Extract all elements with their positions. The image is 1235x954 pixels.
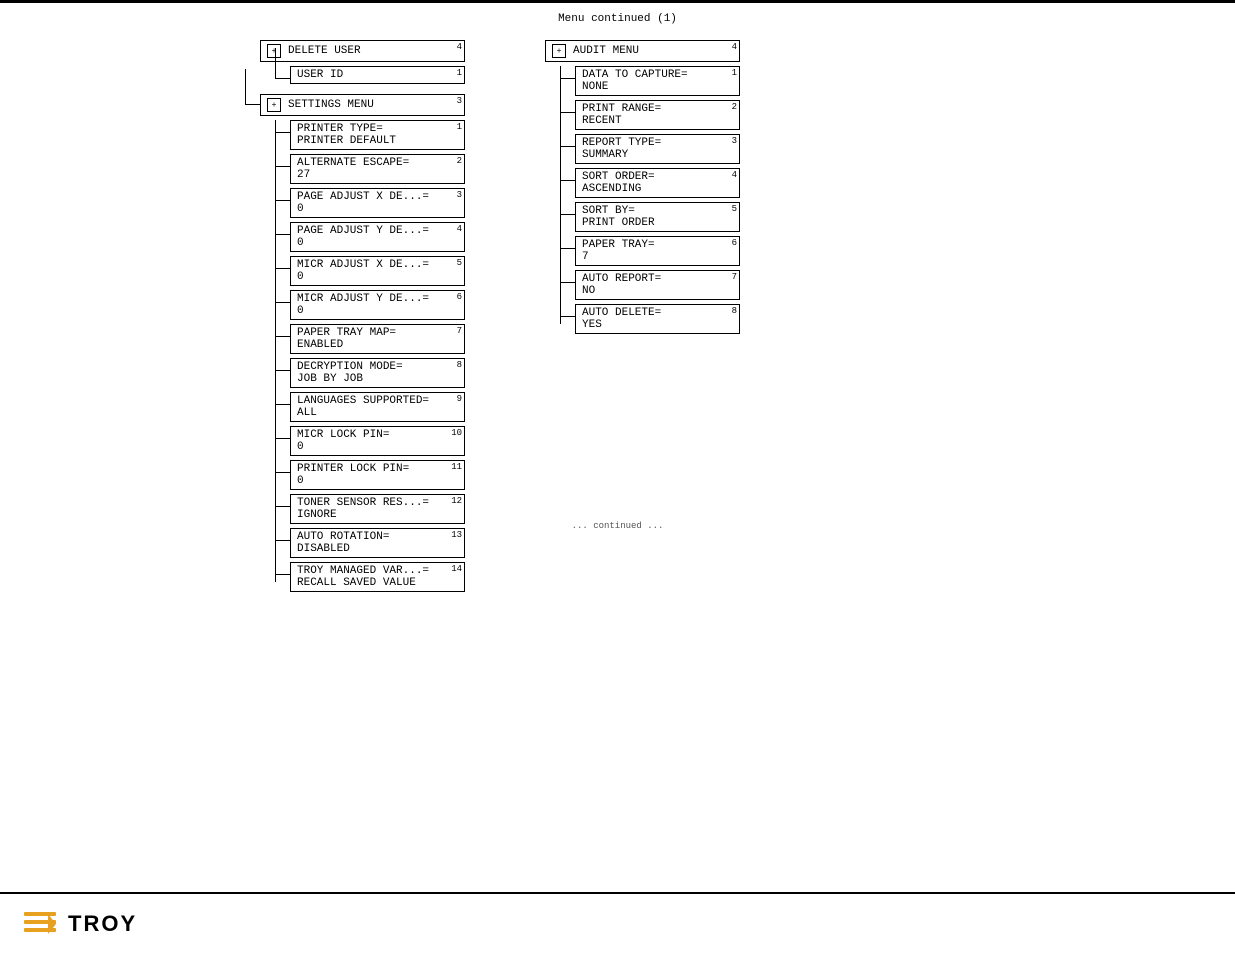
page-title: Menu continued (1) <box>0 13 1235 25</box>
footer: TROY <box>0 894 1235 954</box>
user-id-label: USER ID <box>297 69 343 81</box>
settings-item-11: PRINTER LOCK PIN=110 <box>290 460 465 490</box>
settings-item-12: TONER SENSOR RES...=12IGNORE <box>290 494 465 524</box>
audit-item-3: REPORT TYPE=SUMMARY 3 <box>575 134 740 164</box>
delete-user-box: + DELETE USER 4 <box>260 40 465 62</box>
audit-item-8: AUTO DELETE=YES 8 <box>575 304 740 334</box>
settings-item-7: PAPER TRAY MAP=ENABLED 7 <box>290 324 465 354</box>
settings-menu-number: 3 <box>457 96 462 106</box>
settings-item-10: MICR LOCK PIN=100 <box>290 426 465 456</box>
user-id-number: 1 <box>457 68 462 78</box>
right-column: + AUDIT MENU 4 DATA TO CAPTURE=NONE 1 <box>545 40 740 596</box>
delete-user-label: DELETE USER <box>288 45 361 57</box>
settings-item-3: PAGE ADJUST X DE...= 30 <box>290 188 465 218</box>
audit-item-1: DATA TO CAPTURE=NONE 1 <box>575 66 740 96</box>
audit-item-7: AUTO REPORT=NO 7 <box>575 270 740 300</box>
settings-item-5: MICR ADJUST X DE...= 50 <box>290 256 465 286</box>
audit-item-2: PRINT RANGE=RECENT 2 <box>575 100 740 130</box>
settings-item-4: PAGE ADJUST Y DE...= 40 <box>290 222 465 252</box>
troy-company-name: TROY <box>68 911 137 937</box>
settings-item-14: TROY MANAGED VAR...=14RECALL SAVED VALUE <box>290 562 465 592</box>
audit-item-4: SORT ORDER=ASCENDING 4 <box>575 168 740 198</box>
delete-user-icon: + <box>267 44 281 58</box>
audit-menu-number: 4 <box>732 42 737 52</box>
columns-container: + DELETE USER 4 USER ID 1 <box>0 40 1235 596</box>
main-content: Menu continued (1) + DELETE USER 4 <box>0 3 1235 596</box>
troy-logo-icon <box>20 904 60 944</box>
left-column: + DELETE USER 4 USER ID 1 <box>240 40 465 596</box>
settings-menu-box: + SETTINGS MENU 3 <box>260 94 465 116</box>
settings-item-9: LANGUAGES SUPPORTED=9ALL <box>290 392 465 422</box>
settings-item-6: MICR ADJUST Y DE...= 60 <box>290 290 465 320</box>
user-id-box: USER ID 1 <box>290 66 465 84</box>
settings-menu-icon: + <box>267 98 281 112</box>
settings-item-13: AUTO ROTATION=13DISABLED <box>290 528 465 558</box>
delete-user-number: 4 <box>457 42 462 52</box>
settings-item-1: PRINTER TYPE=PRINTER DEFAULT 1 <box>290 120 465 150</box>
settings-menu-label: SETTINGS MENU <box>288 99 374 111</box>
bottom-note: ... continued ... <box>572 521 664 531</box>
audit-item-5: SORT BY=PRINT ORDER 5 <box>575 202 740 232</box>
troy-logo: TROY <box>20 904 137 944</box>
audit-item-6: PAPER TRAY=7 6 <box>575 236 740 266</box>
audit-menu-label: AUDIT MENU <box>573 45 639 57</box>
audit-menu-box: + AUDIT MENU 4 <box>545 40 740 62</box>
settings-item-8: DECRYPTION MODE=JOB BY JOB 8 <box>290 358 465 388</box>
audit-menu-icon: + <box>552 44 566 58</box>
settings-item-2: ALTERNATE ESCAPE=27 2 <box>290 154 465 184</box>
